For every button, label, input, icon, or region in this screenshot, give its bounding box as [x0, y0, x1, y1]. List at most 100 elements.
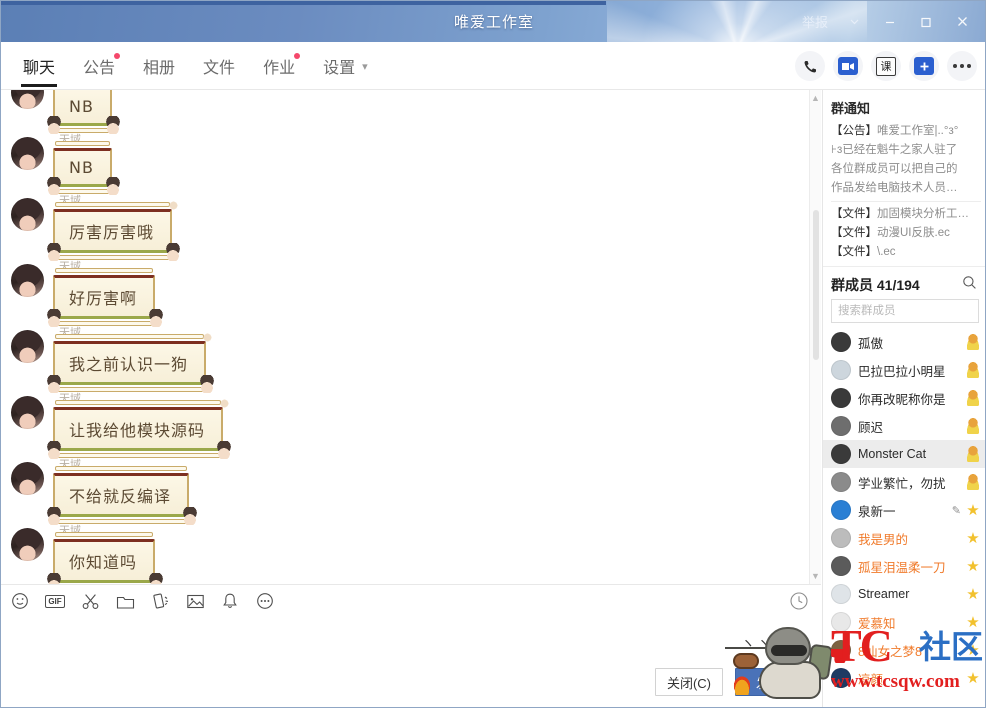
folder-icon[interactable]: [114, 590, 136, 612]
message-text[interactable]: 我之前认识一狗: [53, 341, 207, 385]
list-item[interactable]: Monster Cat: [823, 440, 985, 468]
tab-homework[interactable]: 作业: [249, 42, 309, 90]
search-icon[interactable]: [962, 275, 977, 295]
message-bubble-wrap: 让我给他模块源码: [46, 397, 233, 459]
tab-chat[interactable]: 聊天: [9, 42, 69, 90]
list-item[interactable]: 你再改昵称你是: [823, 384, 985, 412]
chat-scrollbar[interactable]: ▲ ▼: [809, 90, 821, 584]
chat-history-icon[interactable]: [789, 591, 809, 616]
notice-tag: 【文件】: [831, 208, 877, 220]
avatar[interactable]: [11, 264, 44, 297]
notice-file-line[interactable]: 【文件】动漫UI反肤.ec: [831, 224, 981, 243]
chibi-top-right-icon: [218, 397, 232, 410]
maximize-icon[interactable]: [909, 7, 943, 37]
scrollbar-thumb[interactable]: [813, 210, 819, 360]
avatar[interactable]: [11, 137, 44, 170]
notice-line[interactable]: ⊦ɜ已经在魁牛之家人驻了: [831, 141, 981, 160]
message-text[interactable]: 好厉害啊: [53, 275, 156, 319]
more-options-icon[interactable]: [947, 51, 977, 81]
class-icon[interactable]: 课: [871, 51, 901, 81]
notice-line[interactable]: 作品发给电脑技术人员…: [831, 179, 981, 198]
avatar[interactable]: [11, 396, 44, 429]
gif-icon[interactable]: GIF: [44, 590, 66, 612]
edit-nickname-icon[interactable]: ✎: [952, 504, 961, 517]
list-item[interactable]: 巴拉巴拉小明星: [823, 356, 985, 384]
report-button[interactable]: 举报: [795, 7, 835, 37]
list-item[interactable]: 学业繁忙，勿扰: [823, 468, 985, 496]
level-badge-icon: [965, 474, 981, 490]
member-name: 学业繁忙，勿扰: [858, 476, 946, 491]
phone-call-icon[interactable]: [795, 51, 825, 81]
member-name: 泉新一: [858, 504, 896, 519]
notice-line[interactable]: 【公告】唯爱工作室|..°з°: [831, 122, 981, 141]
member-name: 巴拉巴拉小明星: [858, 364, 946, 379]
message-body: 天域 NB: [46, 131, 121, 195]
bubble-top-bar: [55, 532, 154, 537]
list-item[interactable]: 孤傲: [823, 328, 985, 356]
notice-tag: 【文件】: [831, 227, 877, 239]
star-badge-icon: ★: [966, 557, 980, 575]
send-button[interactable]: 发送: [735, 668, 803, 696]
notice-line[interactable]: 各位群成员可以把自己的: [831, 160, 981, 179]
message-text[interactable]: 厉害厉害哦: [53, 209, 173, 253]
message-body: 天域 厉害厉害哦: [46, 192, 182, 261]
members-count-label: 群成员 41/194: [831, 277, 920, 293]
chevron-down-icon[interactable]: [837, 7, 871, 37]
add-member-icon[interactable]: [909, 51, 939, 81]
member-name: Streamer: [858, 587, 910, 601]
list-item[interactable]: 泉新一 ✎ ★: [823, 496, 985, 524]
close-icon[interactable]: [945, 7, 979, 37]
screenshot-icon[interactable]: [79, 590, 101, 612]
message-bubble-wrap: 厉害厉害哦: [46, 199, 182, 261]
more-icon[interactable]: [254, 590, 276, 612]
tab-album[interactable]: 相册: [129, 42, 189, 90]
notice-text: 各位群成员可以把自己的: [831, 163, 958, 175]
video-call-icon[interactable]: [833, 51, 863, 81]
message-text[interactable]: 让我给他模块源码: [53, 407, 224, 451]
avatar: [831, 332, 851, 352]
avatar[interactable]: [11, 528, 44, 561]
avatar[interactable]: [11, 90, 44, 109]
member-list[interactable]: 孤傲 巴拉巴拉小明星 你再改昵称你是 顾迟 Monster Cat 学业繁忙，勿…: [823, 328, 985, 707]
message-body: 天域 好厉害啊: [46, 258, 165, 327]
search-input[interactable]: [831, 299, 979, 323]
list-item[interactable]: 顾迟: [823, 412, 985, 440]
list-item[interactable]: Streamer ★: [823, 580, 985, 608]
member-name: 孤傲: [858, 336, 884, 351]
scroll-up-icon[interactable]: ▲: [811, 90, 820, 106]
list-item[interactable]: 凉颜 ★: [823, 664, 985, 692]
chat-message: 天域 NB: [1, 90, 801, 134]
message-input[interactable]: [13, 622, 809, 658]
list-item[interactable]: 8仙女之梦8 ★: [823, 636, 985, 664]
message-body: 天域 让我给他模块源码: [46, 390, 233, 459]
notice-file-line[interactable]: 【文件】\.ec: [831, 243, 981, 262]
notice-file-line[interactable]: 【文件】加固模块分析工…: [831, 205, 981, 224]
notice-text: 加固模块分析工…: [877, 208, 969, 220]
emoji-icon[interactable]: [9, 590, 31, 612]
chevron-down-icon: ▾: [362, 60, 368, 73]
shake-icon[interactable]: [149, 590, 171, 612]
avatar[interactable]: [11, 330, 44, 363]
image-icon[interactable]: [184, 590, 206, 612]
bell-icon[interactable]: [219, 590, 241, 612]
list-item[interactable]: 爱慕知 ★: [823, 608, 985, 636]
minimize-icon[interactable]: [873, 7, 907, 37]
member-name: 凉颜: [858, 672, 884, 687]
title-bar-accent-line: [1, 1, 606, 5]
member-name: 孤星泪温柔一刀: [858, 560, 946, 575]
avatar: [831, 528, 851, 548]
message-text[interactable]: 不给就反编译: [53, 473, 190, 517]
avatar[interactable]: [11, 462, 44, 495]
close-button[interactable]: 关闭(C): [655, 668, 723, 696]
tab-settings[interactable]: 设置 ▾: [309, 42, 382, 90]
message-text[interactable]: 你知道吗: [53, 539, 156, 583]
list-item[interactable]: 我是男的 ★: [823, 524, 985, 552]
group-notice-title: 群通知: [831, 101, 871, 116]
level-badge-icon: [965, 362, 981, 378]
chat-message: 天域 NB: [1, 129, 801, 195]
tab-announcement[interactable]: 公告: [69, 42, 129, 90]
avatar[interactable]: [11, 198, 44, 231]
tab-files[interactable]: 文件: [189, 42, 249, 90]
scroll-down-icon[interactable]: ▼: [811, 568, 820, 584]
list-item[interactable]: 孤星泪温柔一刀 ★: [823, 552, 985, 580]
